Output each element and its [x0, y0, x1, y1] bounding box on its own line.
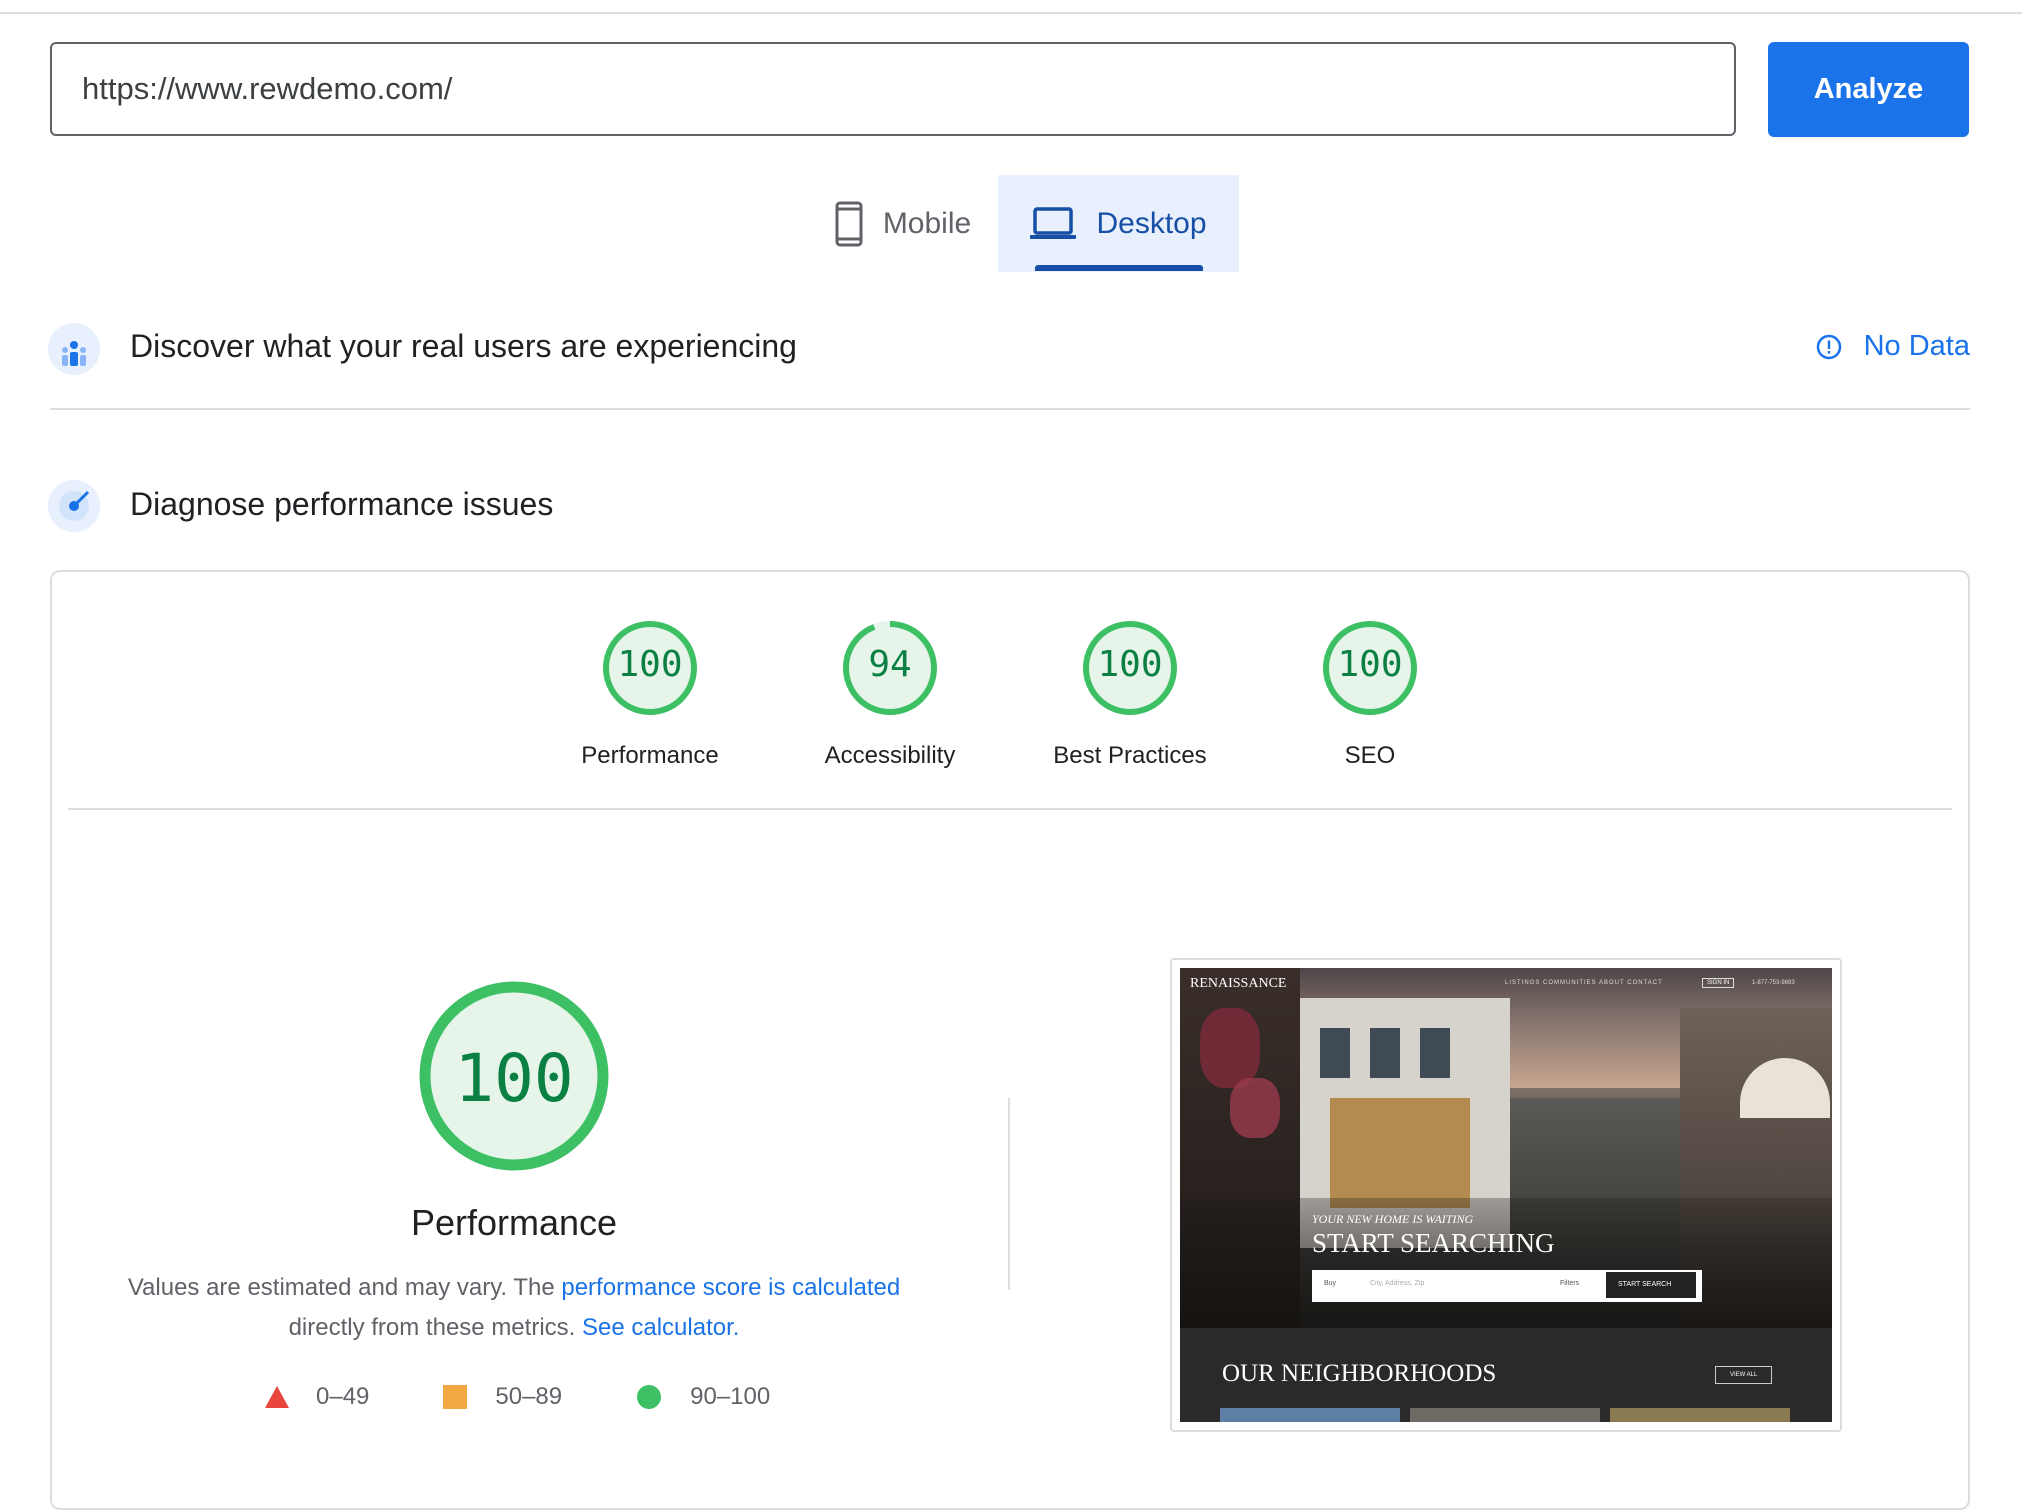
top-divider [0, 12, 2022, 14]
gauge-best-practices[interactable]: 100 [1082, 620, 1178, 721]
info-icon [1816, 334, 1841, 359]
gauge-seo[interactable]: 100 [1322, 620, 1418, 721]
performance-description: Values are estimated and may vary. The p… [100, 1268, 928, 1348]
vertical-divider [1008, 1098, 1010, 1290]
screenshot-headline: START SEARCHING [1312, 1228, 1555, 1258]
laptop-icon [1030, 206, 1077, 239]
orange-square-icon [443, 1385, 468, 1409]
performance-big-gauge: 100 [418, 980, 610, 1172]
legend-pass: 90–100 [636, 1383, 770, 1411]
screenshot-search-button: START SEARCH [1618, 1281, 1672, 1288]
users-chart-icon [48, 323, 100, 375]
final-screenshot: RENAISSANCE LISTINGS COMMUNITIES ABOUT C… [1170, 958, 1842, 1432]
screenshot-brand: RENAISSANCE [1190, 976, 1287, 991]
score-legend: 0–49 50–89 90–100 [264, 1383, 844, 1411]
tab-desktop-label: Desktop [1096, 206, 1207, 240]
screenshot-search-placeholder: City, Address, Zip [1370, 1280, 1425, 1287]
legend-average-range: 50–89 [495, 1383, 563, 1410]
screenshot-tagline: YOUR NEW HOME IS WAITING [1312, 1212, 1474, 1226]
desc-prefix: Values are estimated and may vary. The [127, 1274, 562, 1301]
accessibility-label: Accessibility [824, 742, 956, 769]
analyze-button[interactable]: Analyze [1768, 42, 1969, 137]
tab-mobile[interactable]: Mobile [808, 175, 998, 272]
desc-middle: directly from these metrics. [288, 1314, 582, 1341]
scores-divider [68, 808, 1952, 810]
no-data-status[interactable]: No Data [1816, 330, 1970, 363]
crux-section-title: Discover what your real users are experi… [130, 328, 797, 364]
red-triangle-icon [265, 1386, 289, 1408]
performance-score: 100 [617, 644, 683, 685]
screenshot-image: RENAISSANCE LISTINGS COMMUNITIES ABOUT C… [1180, 968, 1832, 1422]
url-input[interactable]: https://www.rewdemo.com/ [50, 42, 1736, 136]
diagnose-section-title: Diagnose performance issues [130, 486, 554, 522]
screenshot-filters: Filters [1560, 1280, 1580, 1287]
legend-pass-range: 90–100 [690, 1383, 771, 1410]
screenshot-section-title: OUR NEIGHBORHOODS [1222, 1360, 1497, 1387]
phone-icon [835, 201, 863, 246]
seo-label: SEO [1344, 742, 1396, 769]
tab-mobile-label: Mobile [882, 206, 972, 240]
tab-selected-indicator [1035, 265, 1203, 271]
see-calculator-link[interactable]: See calculator. [582, 1314, 739, 1341]
legend-average: 50–89 [443, 1383, 562, 1411]
screenshot-signin: SIGN IN [1702, 978, 1735, 988]
gauge-performance[interactable]: 100 [602, 620, 698, 721]
score-calculated-link[interactable]: performance score is calculated [561, 1274, 900, 1301]
green-circle-icon [637, 1385, 662, 1409]
screenshot-view-all: VIEW ALL [1715, 1366, 1773, 1384]
seo-score: 100 [1337, 644, 1403, 685]
section-divider [50, 408, 1970, 410]
screenshot-search-select: Buy [1324, 1280, 1337, 1287]
screenshot-phone: 1-877-753-9893 [1752, 980, 1795, 986]
performance-big-score: 100 [454, 1040, 574, 1117]
tab-desktop[interactable]: Desktop [998, 175, 1239, 272]
screenshot-nav: LISTINGS COMMUNITIES ABOUT CONTACT [1505, 980, 1663, 986]
legend-fail: 0–49 [264, 1383, 369, 1411]
gauge-accessibility[interactable]: 94 [842, 620, 938, 721]
radar-icon [48, 480, 100, 532]
accessibility-score: 94 [868, 644, 912, 685]
no-data-label: No Data [1863, 330, 1970, 362]
best-practices-score: 100 [1097, 644, 1163, 685]
performance-label: Performance [581, 742, 719, 769]
best-practices-label: Best Practices [1053, 742, 1207, 769]
performance-detail-title: Performance [410, 1202, 618, 1243]
legend-fail-range: 0–49 [316, 1383, 370, 1410]
